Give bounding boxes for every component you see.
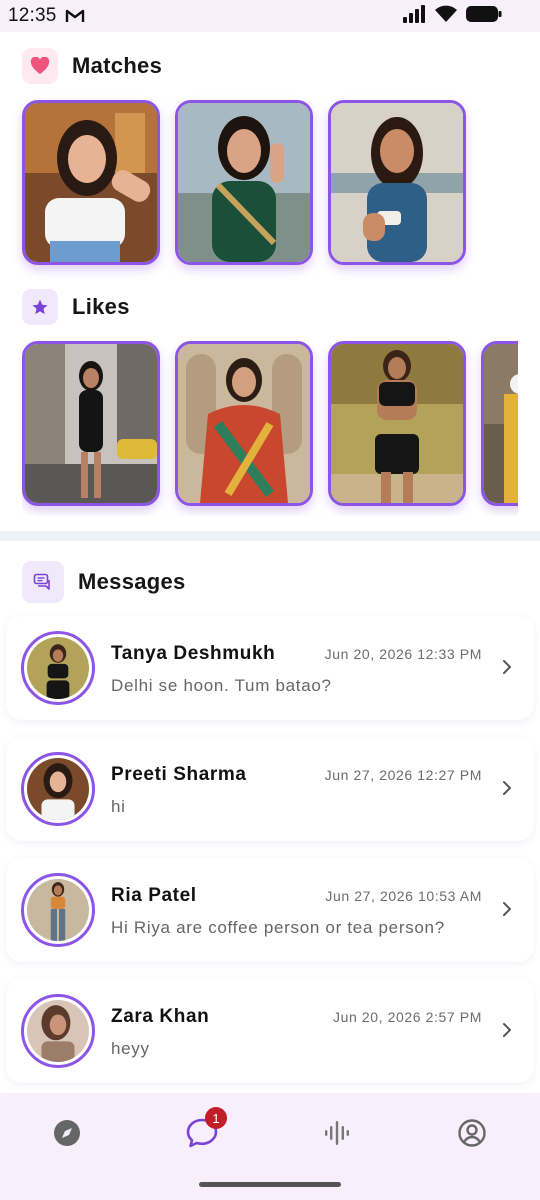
- match-card[interactable]: [175, 100, 313, 265]
- match-card[interactable]: [328, 100, 466, 265]
- like-photo-1: [25, 344, 157, 503]
- avatar-photo: [27, 758, 89, 820]
- message-timestamp: Jun 27, 2026 12:27 PM: [324, 767, 482, 783]
- match-photo-1: [25, 103, 157, 262]
- avatar-photo: [27, 1000, 89, 1062]
- star-icon: [22, 289, 58, 325]
- contact-name: Zara Khan: [111, 1006, 210, 1027]
- message-preview: Delhi se hoon. Tum batao?: [111, 676, 332, 695]
- message-preview: hi: [111, 797, 126, 816]
- conversation-item[interactable]: Zara Khan Jun 20, 2026 2:57 PM heyy: [6, 979, 534, 1083]
- message-timestamp: Jun 20, 2026 2:57 PM: [333, 1009, 482, 1025]
- message-preview: Hi Riya are coffee person or tea person?: [111, 918, 445, 937]
- avatar: [21, 873, 95, 947]
- avatar: [21, 631, 95, 705]
- chevron-right-icon: [502, 659, 512, 680]
- contact-name: Ria Patel: [111, 885, 197, 906]
- gmail-icon: [65, 8, 85, 24]
- matches-header: Matches: [22, 48, 162, 84]
- conversation-item[interactable]: Tanya Deshmukh Jun 20, 2026 12:33 PM Del…: [6, 616, 534, 720]
- like-card[interactable]: [22, 341, 160, 506]
- like-card[interactable]: [328, 341, 466, 506]
- like-photo-2: [178, 344, 310, 503]
- avatar-photo: [27, 879, 89, 941]
- section-divider: [0, 531, 540, 541]
- heart-icon: [22, 48, 58, 84]
- match-photo-3: [331, 103, 463, 262]
- conversation-item[interactable]: Ria Patel Jun 27, 2026 10:53 AM Hi Riya …: [6, 858, 534, 962]
- message-preview: heyy: [111, 1039, 150, 1058]
- match-card[interactable]: [22, 100, 160, 265]
- signal-icon: [402, 4, 426, 28]
- like-card[interactable]: [481, 341, 518, 506]
- contact-name: Tanya Deshmukh: [111, 643, 276, 664]
- chevron-right-icon: [502, 901, 512, 922]
- likes-row: [22, 341, 518, 516]
- likes-header: Likes: [22, 289, 130, 325]
- matches-title: Matches: [72, 53, 163, 78]
- home-indicator[interactable]: [199, 1182, 341, 1187]
- compass-icon: [52, 1118, 82, 1153]
- nav-explore[interactable]: [37, 1107, 97, 1163]
- chat-bubbles-icon: [22, 561, 64, 603]
- status-bar: 12:35: [0, 0, 540, 32]
- like-photo-3: [331, 344, 463, 503]
- nav-chats[interactable]: 1: [172, 1107, 232, 1163]
- nav-profile[interactable]: [442, 1107, 502, 1163]
- like-card[interactable]: [175, 341, 313, 506]
- conversation-item[interactable]: Preeti Sharma Jun 27, 2026 12:27 PM hi: [6, 737, 534, 841]
- avatar-photo: [27, 637, 89, 699]
- avatar: [21, 994, 95, 1068]
- profile-icon: [457, 1118, 487, 1153]
- contact-name: Preeti Sharma: [111, 764, 247, 785]
- messages-header: Messages: [22, 561, 186, 603]
- soundwave-icon: [323, 1119, 351, 1152]
- message-timestamp: Jun 27, 2026 10:53 AM: [325, 888, 482, 904]
- messages-title: Messages: [78, 569, 186, 594]
- status-time: 12:35: [8, 5, 57, 26]
- chevron-right-icon: [502, 1022, 512, 1043]
- match-photo-2: [178, 103, 310, 262]
- avatar: [21, 752, 95, 826]
- battery-icon: [466, 5, 502, 28]
- unread-badge: 1: [205, 1107, 227, 1129]
- likes-title: Likes: [72, 294, 130, 319]
- nav-voice[interactable]: [307, 1107, 367, 1163]
- wifi-icon: [434, 5, 458, 28]
- matches-row: [22, 100, 466, 265]
- message-timestamp: Jun 20, 2026 12:33 PM: [324, 646, 482, 662]
- chevron-right-icon: [502, 780, 512, 801]
- like-photo-4: [484, 344, 518, 503]
